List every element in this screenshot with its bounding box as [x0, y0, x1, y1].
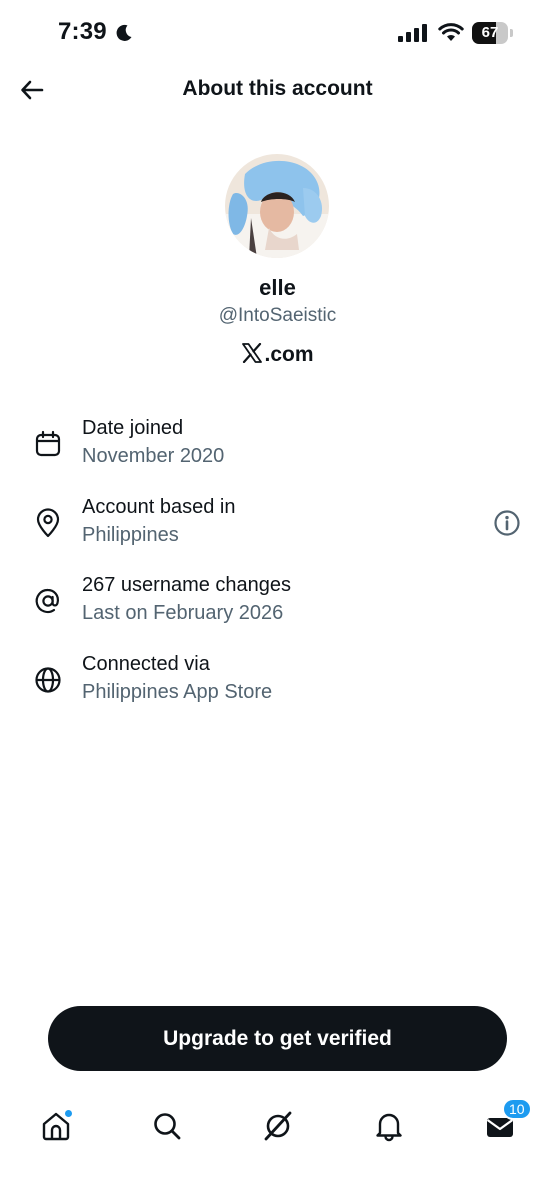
avatar[interactable]: [225, 154, 329, 258]
info-row-value: Last on February 2026: [82, 602, 284, 624]
globe-icon: [35, 667, 61, 693]
info-row-account-based-in: Account based in Philippines: [0, 496, 555, 560]
bottom-tab-bar: 10: [0, 1096, 555, 1156]
info-row-title: 267 username changes: [82, 574, 292, 596]
avatar-photo: [225, 154, 329, 258]
calendar-icon: [35, 430, 61, 457]
page-title: About this account: [182, 77, 373, 100]
home-notification-dot: [64, 1109, 73, 1118]
tab-messages[interactable]: 10: [480, 1098, 532, 1146]
info-row-title: Account based in: [82, 496, 236, 518]
battery-level: 67: [481, 24, 499, 41]
at-sign-icon: [35, 588, 59, 614]
search-icon: [154, 1113, 181, 1140]
info-row-value: November 2020: [82, 445, 225, 467]
info-row-username-changes: 267 username changes Last on February 20…: [0, 574, 555, 638]
tab-grok[interactable]: [258, 1106, 298, 1146]
display-name: elle: [259, 275, 296, 300]
tab-notifications[interactable]: [369, 1106, 409, 1146]
handle: @IntoSaeistic: [218, 305, 337, 326]
moon-icon: [116, 24, 132, 41]
signal-icon: [398, 24, 427, 42]
battery-icon: 67: [472, 22, 508, 44]
battery-cap: [510, 29, 513, 37]
tab-home[interactable]: [36, 1106, 76, 1146]
info-row-value: Philippines: [82, 524, 179, 546]
info-row-title: Date joined: [82, 417, 184, 439]
info-row-value: Philippines App Store: [82, 681, 273, 703]
status-time: 7:39: [58, 18, 107, 45]
info-icon[interactable]: [493, 509, 521, 537]
battery-indicator: 67: [472, 22, 514, 44]
tab-search[interactable]: [147, 1106, 187, 1146]
grok-icon: [264, 1111, 292, 1141]
x-logo-icon: [242, 343, 263, 363]
info-row-connected-via: Connected via Philippines App Store: [0, 653, 555, 717]
account-source-text: .com: [264, 343, 314, 366]
wifi-icon: [438, 23, 464, 41]
info-row-title: Connected via: [82, 653, 210, 675]
status-bar: 7:39 67: [0, 0, 555, 66]
bell-icon: [376, 1113, 402, 1142]
account-source: .com: [0, 343, 555, 367]
location-pin-icon: [36, 508, 60, 538]
info-row-date-joined: Date joined November 2020: [0, 417, 555, 481]
messages-count-badge: 10: [502, 1098, 532, 1120]
upgrade-button[interactable]: Upgrade to get verified: [48, 1006, 507, 1071]
header: About this account: [0, 66, 555, 114]
